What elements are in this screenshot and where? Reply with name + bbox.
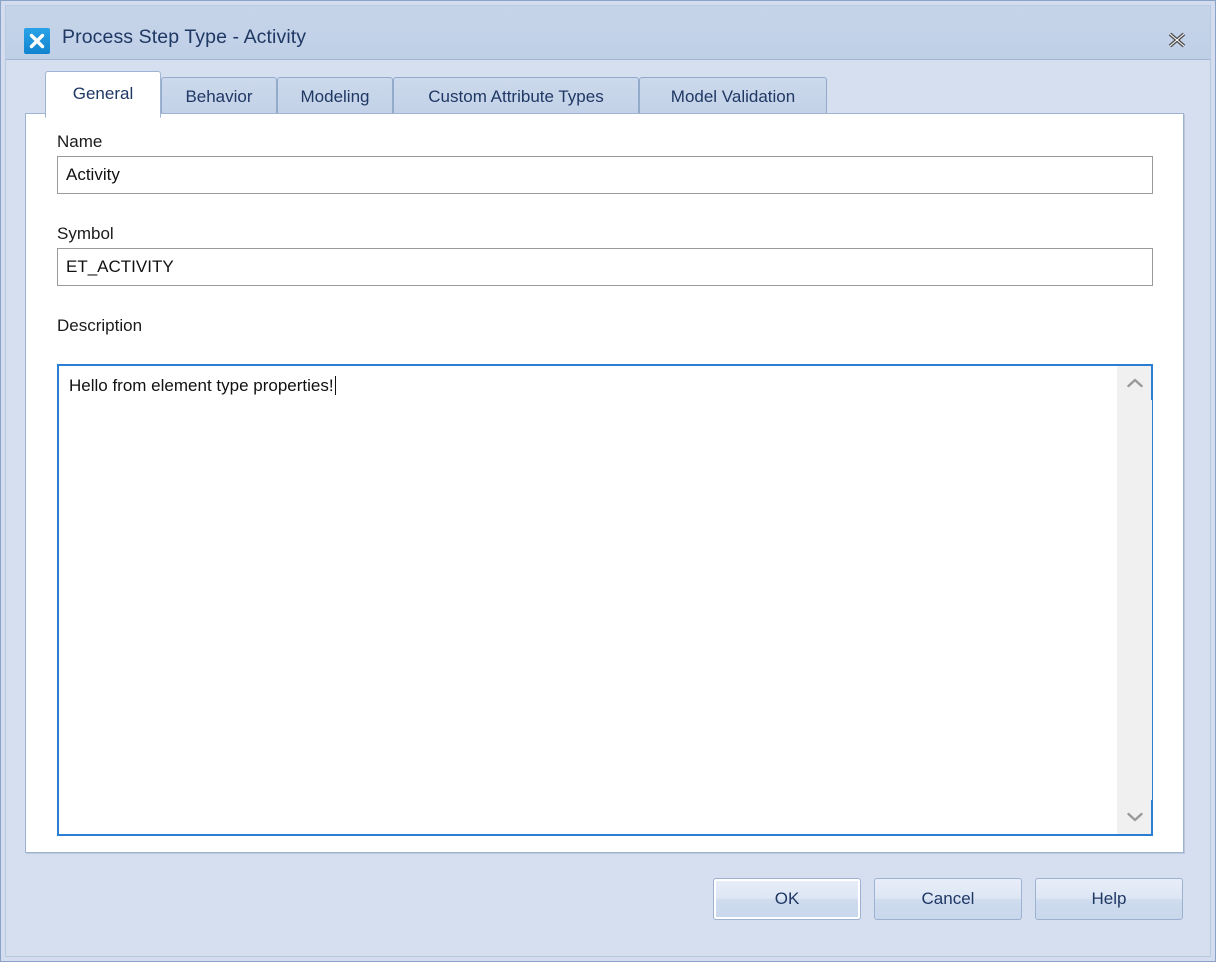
description-text-content: Hello from element type properties! [69,375,1111,397]
tab-general-label: General [72,83,134,103]
app-logo-icon [24,28,50,54]
ok-button-label: OK [774,889,800,908]
name-label: Name [57,132,103,151]
name-input-value: Activity [66,165,120,184]
description-textarea[interactable]: Hello from element type properties! [57,364,1153,836]
tab-custom-attribute-types[interactable]: Custom Attribute Types [393,77,639,116]
tab-custom-attribute-types-label: Custom Attribute Types [428,87,604,106]
chevron-up-icon[interactable] [1118,366,1152,400]
symbol-input-value: ET_ACTIVITY [66,257,174,276]
description-label: Description [57,316,143,335]
general-tab-panel: Name Activity Symbol ET_ACTIVITY Descrip… [25,113,1184,853]
symbol-input[interactable]: ET_ACTIVITY [57,248,1153,286]
window-title: Process Step Type - Activity [62,26,307,48]
tab-model-validation[interactable]: Model Validation [639,77,827,116]
help-button[interactable]: Help [1035,878,1183,920]
scrollbar-track[interactable] [1118,400,1152,800]
tab-general[interactable]: General [45,71,161,118]
text-caret [334,376,336,395]
dialog-footer: OK Cancel Help [6,856,1210,956]
tab-model-validation-label: Model Validation [670,87,796,106]
tab-modeling[interactable]: Modeling [277,77,393,116]
cancel-button-label: Cancel [921,889,975,908]
chevron-down-icon[interactable] [1118,800,1152,834]
description-scrollbar[interactable] [1117,366,1152,834]
dialog-window-inner: Process Step Type - Activity General Beh… [5,5,1211,957]
tab-behavior[interactable]: Behavior [161,77,277,116]
ok-button[interactable]: OK [713,878,861,920]
help-button-label: Help [1091,889,1127,908]
dialog-window: Process Step Type - Activity General Beh… [0,0,1216,962]
tab-modeling-label: Modeling [300,87,370,106]
tab-behavior-label: Behavior [185,87,253,106]
symbol-label: Symbol [57,224,114,243]
cancel-button[interactable]: Cancel [874,878,1022,920]
title-bar: Process Step Type - Activity [6,6,1210,60]
description-value: Hello from element type properties! [69,376,334,395]
tab-strip: General Behavior Modeling Custom Attribu… [25,69,1191,118]
name-input[interactable]: Activity [57,156,1153,194]
close-icon[interactable] [1160,26,1194,54]
